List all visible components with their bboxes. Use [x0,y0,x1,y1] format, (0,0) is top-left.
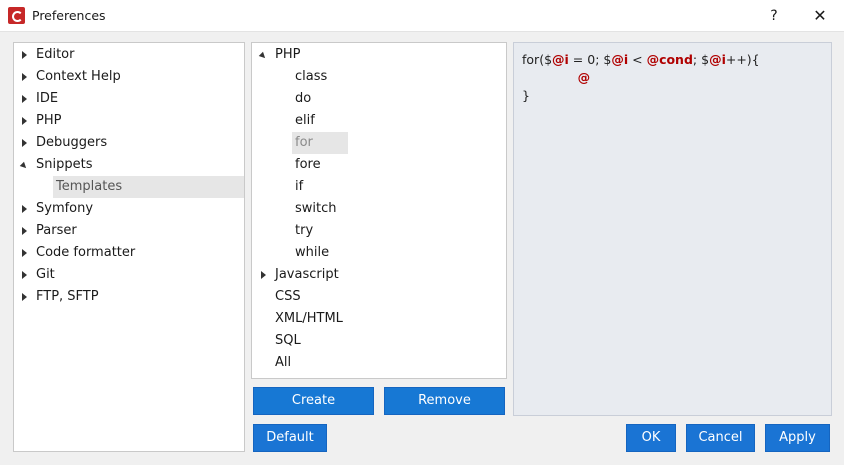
close-button[interactable]: ✕ [800,4,840,28]
snippet-item-label: Javascript [275,267,339,282]
category-item-context-help[interactable]: Context Help [14,66,244,88]
default-button[interactable]: Default [253,424,327,452]
code-text: ; $ [692,52,710,67]
snippet-item-javascript[interactable]: Javascript [252,264,506,286]
category-item-label: Symfony [36,201,94,216]
code-text: ++){ [725,52,760,67]
code-text: < [628,52,647,67]
category-item-snippets[interactable]: Snippets [14,154,244,176]
category-item-editor[interactable]: Editor [14,44,244,66]
collapse-triangle-icon[interactable] [20,154,30,176]
snippet-item-label: if [295,179,304,194]
code-line: } [522,87,760,105]
category-item-ide[interactable]: IDE [14,88,244,110]
code-line: @ [522,69,760,87]
snippet-item-label: elif [295,113,315,128]
category-item-label: IDE [36,91,59,106]
category-item-debuggers[interactable]: Debuggers [14,132,244,154]
snippet-item-css[interactable]: CSS [252,286,506,308]
snippet-item-php[interactable]: PHP [252,44,506,66]
category-item-parser[interactable]: Parser [14,220,244,242]
category-item-symfony[interactable]: Symfony [14,198,244,220]
category-item-git[interactable]: Git [14,264,244,286]
code-text: = 0; $ [568,52,612,67]
preferences-category-tree[interactable]: Editor Context Help IDE PHP Debuggers Snippet… [13,42,245,452]
collapse-triangle-icon[interactable] [259,44,269,66]
category-item-code-formatter[interactable]: Code formatter [14,242,244,264]
snippet-item-label: XML/HTML [275,311,343,326]
expand-triangle-icon[interactable] [20,66,30,88]
expand-triangle-icon[interactable] [20,110,30,132]
snippet-item-fore[interactable]: fore [252,154,506,176]
ok-button[interactable]: OK [626,424,676,452]
snippet-item-label: SQL [275,333,301,348]
category-item-label: Debuggers [36,135,108,150]
category-item-templates[interactable]: Templates [14,176,244,198]
snippet-template-tree[interactable]: PHP class do elif for fore if switch try while Jav… [251,42,507,379]
snippet-item-class[interactable]: class [252,66,506,88]
snippet-variable: @cond [646,52,693,67]
category-item-label: Git [36,267,55,282]
code-line: for($@i = 0; $@i < @cond; $@i++){ [522,51,760,69]
snippet-item-do[interactable]: do [252,88,506,110]
snippet-item-label: switch [295,201,337,216]
snippet-variable: @i [552,52,569,67]
category-item-label: Templates [56,179,123,194]
snippet-item-label: CSS [275,289,301,304]
snippet-variable: @ [577,70,591,85]
code-text: for($ [522,52,553,67]
expand-triangle-icon[interactable] [20,286,30,308]
expand-triangle-icon[interactable] [20,242,30,264]
snippet-item-if[interactable]: if [252,176,506,198]
snippet-item-label: for [295,135,313,150]
snippet-variable: @i [611,52,629,67]
snippet-item-all[interactable]: All [252,352,506,374]
category-item-ftp-sftp[interactable]: FTP, SFTP [14,286,244,308]
snippet-item-label: All [275,355,292,370]
expand-triangle-icon[interactable] [20,198,30,220]
window-title: Preferences [32,8,106,23]
category-item-label: Editor [36,47,75,62]
snippet-code-preview[interactable]: for($@i = 0; $@i < @cond; $@i++){ @ } [513,42,832,416]
category-item-label: Parser [36,223,77,238]
code-content: for($@i = 0; $@i < @cond; $@i++){ @ } [522,51,760,105]
code-text: } [522,88,530,103]
snippet-item-while[interactable]: while [252,242,506,264]
category-item-label: Code formatter [36,245,136,260]
category-item-label: Snippets [36,157,93,172]
category-item-label: Context Help [36,69,121,84]
expand-triangle-icon[interactable] [20,132,30,154]
title-bar: Preferences ? ✕ [0,0,844,32]
category-item-php[interactable]: PHP [14,110,244,132]
snippet-item-label: do [295,91,312,106]
snippet-item-label: PHP [275,47,301,62]
snippet-item-label: fore [295,157,321,172]
remove-button[interactable]: Remove [384,387,505,415]
expand-triangle-icon[interactable] [20,44,30,66]
create-button[interactable]: Create [253,387,374,415]
snippet-item-sql[interactable]: SQL [252,330,506,352]
snippet-item-label: class [295,69,328,84]
app-logo-icon [8,7,25,24]
snippet-item-for[interactable]: for [252,132,506,154]
snippet-variable: @i [709,52,726,67]
snippet-item-label: try [295,223,314,238]
expand-triangle-icon[interactable] [259,264,269,286]
snippet-item-elif[interactable]: elif [252,110,506,132]
expand-triangle-icon[interactable] [20,264,30,286]
expand-triangle-icon[interactable] [20,88,30,110]
snippet-item-try[interactable]: try [252,220,506,242]
snippet-item-xml-html[interactable]: XML/HTML [252,308,506,330]
category-item-label: FTP, SFTP [36,289,99,304]
category-item-label: PHP [36,113,62,128]
cancel-button[interactable]: Cancel [686,424,755,452]
expand-triangle-icon[interactable] [20,220,30,242]
snippet-item-label: while [295,245,330,260]
help-button[interactable]: ? [754,4,794,28]
apply-button[interactable]: Apply [765,424,830,452]
snippet-item-switch[interactable]: switch [252,198,506,220]
